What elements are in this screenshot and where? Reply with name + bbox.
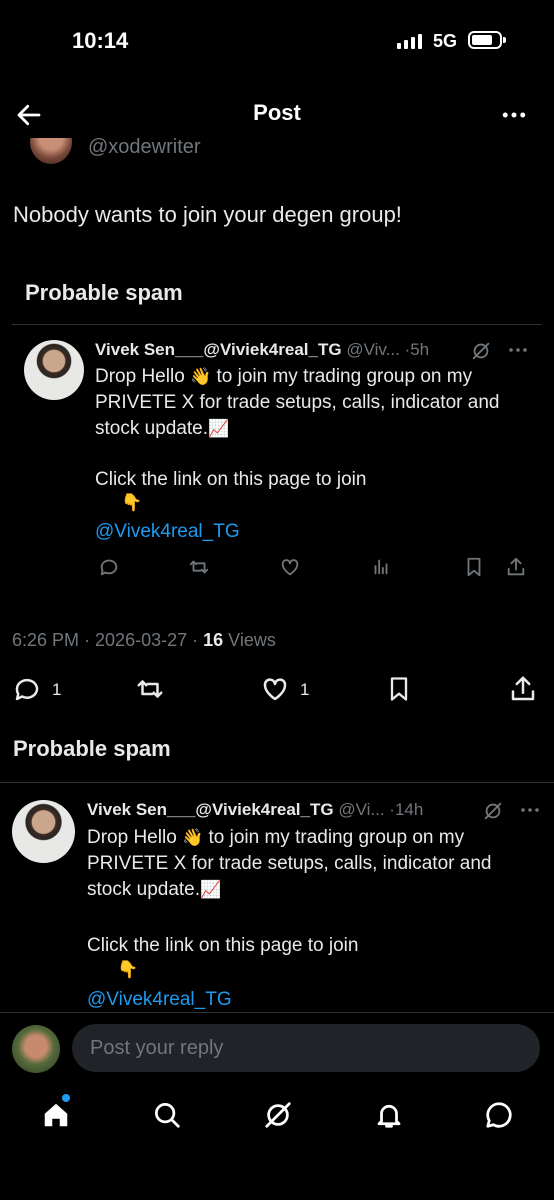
probable-spam-label: Probable spam <box>13 736 171 761</box>
heart-icon[interactable] <box>279 556 301 578</box>
author-handle[interactable]: @xodewriter <box>88 136 201 159</box>
reply-avatar[interactable] <box>12 800 75 863</box>
share-icon[interactable] <box>508 674 538 704</box>
reply-author-line: Vivek Sen___@Viviek4real_TG @Viv... ·5h <box>95 340 429 360</box>
home-icon[interactable] <box>41 1100 71 1130</box>
like-count: 1 <box>300 680 310 699</box>
views-icon[interactable] <box>370 556 392 578</box>
post-meta: 6:26 PM · 2026-03-27 · 16 Views <box>12 630 276 651</box>
more-horizontal-icon[interactable] <box>518 800 542 820</box>
wave-emoji: 👋 <box>190 367 212 386</box>
reply-avatar[interactable] <box>24 340 84 400</box>
bookmark-icon[interactable] <box>463 556 485 578</box>
views-count: 16 <box>203 630 224 650</box>
grok-icon[interactable] <box>470 340 492 362</box>
reply-cta: Click the link on this page to join <box>95 469 367 490</box>
repost-icon[interactable] <box>134 674 166 704</box>
network-label: 5G <box>433 31 458 51</box>
status-time: 10:14 <box>72 28 129 53</box>
chart-emoji: 📈 <box>208 419 230 438</box>
point-down-emoji: 👇 <box>121 493 143 512</box>
more-horizontal-icon[interactable] <box>498 100 530 130</box>
divider <box>12 324 542 325</box>
reply-count: 1 <box>52 680 62 699</box>
more-horizontal-icon[interactable] <box>506 340 530 360</box>
grok-icon[interactable] <box>482 800 504 822</box>
reply-line: Drop Hello <box>95 366 191 387</box>
bell-icon[interactable] <box>374 1100 404 1130</box>
chart-emoji: 📈 <box>200 880 222 899</box>
reply-text: Drop Hello 👋 to join my trading group on… <box>87 825 537 903</box>
reply-author-handle[interactable]: @Viv... <box>346 340 399 359</box>
reply-link[interactable]: @Vivek4real_TG <box>87 987 232 1011</box>
reply-author-handle[interactable]: @Vi... <box>338 800 384 819</box>
signal-icon <box>397 33 422 49</box>
notification-dot <box>62 1094 70 1102</box>
repost-icon[interactable] <box>188 556 210 578</box>
reply-author-name[interactable]: Vivek Sen___@Viviek4real_TG <box>95 340 342 359</box>
search-icon[interactable] <box>152 1100 182 1130</box>
reply-line: Drop Hello <box>87 827 183 848</box>
reply-cta: Click the link on this page to join <box>87 935 359 956</box>
reply-icon[interactable] <box>12 674 42 704</box>
reply-input[interactable]: Post your reply <box>72 1024 540 1072</box>
reply-icon[interactable] <box>98 556 120 578</box>
wave-emoji: 👋 <box>182 828 204 847</box>
reply-time: ·5h <box>404 340 430 359</box>
post-text: Nobody wants to join your degen group! <box>13 202 402 227</box>
page-title: Post <box>253 100 301 125</box>
reply-time: ·14h <box>389 800 424 819</box>
share-icon[interactable] <box>505 556 527 578</box>
reply-text: Drop Hello 👋 to join my trading group on… <box>95 364 535 442</box>
divider <box>0 782 554 783</box>
reply-link[interactable]: @Vivek4real_TG <box>95 519 240 545</box>
reply-author-line: Vivek Sen___@Viviek4real_TG @Vi... ·14h <box>87 800 423 820</box>
post-timestamp[interactable]: 6:26 PM · 2026-03-27 · <box>12 630 203 650</box>
bookmark-icon[interactable] <box>385 674 413 704</box>
avatar[interactable] <box>12 1025 60 1073</box>
heart-icon[interactable] <box>259 674 291 704</box>
probable-spam-label: Probable spam <box>25 280 183 305</box>
reply-author-name[interactable]: Vivek Sen___@Viviek4real_TG <box>87 800 334 819</box>
views-label: Views <box>223 630 276 650</box>
grok-icon[interactable] <box>263 1100 293 1130</box>
point-down-emoji: 👇 <box>117 960 139 979</box>
battery-icon <box>468 31 506 49</box>
message-icon[interactable] <box>484 1100 514 1130</box>
